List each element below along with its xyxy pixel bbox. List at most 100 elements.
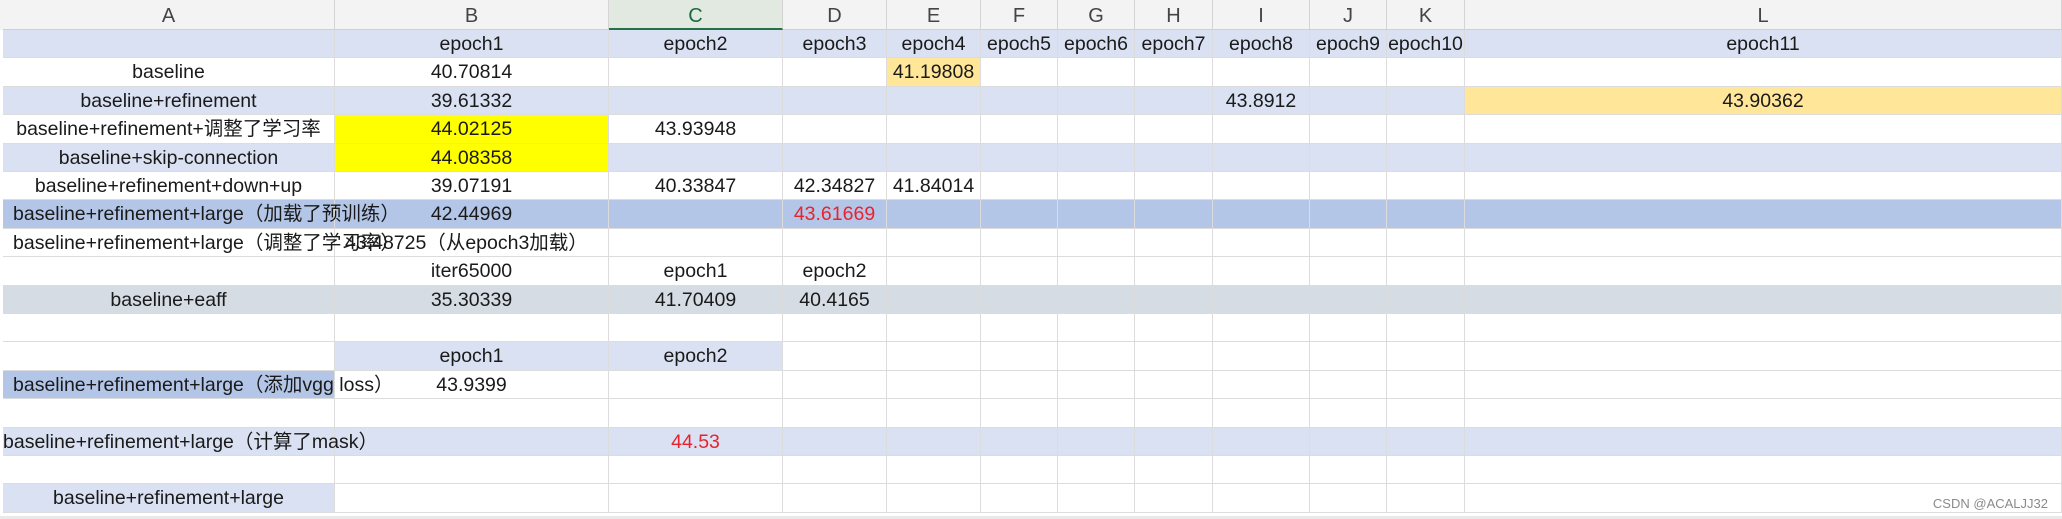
- cell-a12[interactable]: [3, 314, 335, 342]
- cell-a5[interactable]: baseline+refinement+调整了学习率: [3, 115, 335, 143]
- cell-d3[interactable]: [783, 58, 887, 86]
- cell-b12[interactable]: [335, 314, 609, 342]
- cell-j16[interactable]: [1310, 427, 1387, 455]
- cell-h12[interactable]: [1135, 314, 1213, 342]
- cell-g14[interactable]: [1058, 370, 1135, 399]
- cell-b3[interactable]: 40.70814: [335, 58, 609, 86]
- cell-k4[interactable]: [1387, 86, 1465, 115]
- cell-f3[interactable]: [981, 58, 1058, 86]
- cell-b2[interactable]: epoch1: [335, 30, 609, 58]
- cell-c2[interactable]: epoch2: [609, 30, 783, 58]
- cell-e17[interactable]: [887, 456, 981, 484]
- cell-c13[interactable]: epoch2: [609, 342, 783, 370]
- cell-j10[interactable]: [1310, 257, 1387, 285]
- cell-f13[interactable]: [981, 342, 1058, 370]
- cell-l17[interactable]: [1465, 456, 2062, 484]
- cell-d8[interactable]: 43.61669: [783, 200, 887, 228]
- cell-d12[interactable]: [783, 314, 887, 342]
- cell-a8[interactable]: baseline+refinement+large（加载了预训练）: [3, 200, 400, 228]
- cell-b18[interactable]: [335, 484, 609, 512]
- cell-e4[interactable]: [887, 86, 981, 115]
- cell-k12[interactable]: [1387, 314, 1465, 342]
- cell-i8[interactable]: [1213, 200, 1310, 228]
- cell-j17[interactable]: [1310, 456, 1387, 484]
- cell-k7[interactable]: [1387, 172, 1465, 200]
- cell-b17[interactable]: [335, 456, 609, 484]
- cell-c7[interactable]: 40.33847: [609, 172, 783, 200]
- cell-f10[interactable]: [981, 257, 1058, 285]
- cell-d9[interactable]: [783, 228, 887, 257]
- cell-j8[interactable]: [1310, 200, 1387, 228]
- cell-b8[interactable]: 42.44969: [335, 200, 609, 228]
- cell-c14[interactable]: [609, 370, 783, 399]
- cell-a14[interactable]: baseline+refinement+large（添加vgg loss）: [3, 370, 393, 399]
- cell-b5[interactable]: 44.02125: [335, 115, 609, 143]
- cell-b13[interactable]: epoch1: [335, 342, 609, 370]
- cell-g5[interactable]: [1058, 115, 1135, 143]
- cell-f2[interactable]: epoch5: [981, 30, 1058, 58]
- cell-g6[interactable]: [1058, 143, 1135, 171]
- cell-i13[interactable]: [1213, 342, 1310, 370]
- cell-i5[interactable]: [1213, 115, 1310, 143]
- cell-j5[interactable]: [1310, 115, 1387, 143]
- cell-c5[interactable]: 43.93948: [609, 115, 783, 143]
- cell-f8[interactable]: [981, 200, 1058, 228]
- cell-k2[interactable]: epoch10: [1387, 30, 1465, 58]
- cell-e10[interactable]: [887, 257, 981, 285]
- cell-g11[interactable]: [1058, 285, 1135, 313]
- cell-e3[interactable]: 41.19808: [887, 58, 981, 86]
- cell-l12[interactable]: [1465, 314, 2062, 342]
- column-header-h[interactable]: H: [1135, 0, 1213, 30]
- cell-f18[interactable]: [981, 484, 1058, 512]
- cell-f7[interactable]: [981, 172, 1058, 200]
- column-header-i[interactable]: I: [1213, 0, 1310, 30]
- cell-g8[interactable]: [1058, 200, 1135, 228]
- cell-g3[interactable]: [1058, 58, 1135, 86]
- cell-g17[interactable]: [1058, 456, 1135, 484]
- cell-g9[interactable]: [1058, 228, 1135, 257]
- cell-a10[interactable]: [3, 257, 335, 285]
- cell-b9[interactable]: 43.48725（从epoch3加载）: [335, 228, 609, 257]
- cell-j2[interactable]: epoch9: [1310, 30, 1387, 58]
- cell-d15[interactable]: [783, 399, 887, 427]
- cell-a3[interactable]: baseline: [3, 58, 335, 86]
- cell-a13[interactable]: [3, 342, 335, 370]
- cell-d16[interactable]: [783, 427, 887, 455]
- cell-l5[interactable]: [1465, 115, 2062, 143]
- column-header-k[interactable]: K: [1387, 0, 1465, 30]
- cell-j6[interactable]: [1310, 143, 1387, 171]
- cell-k14[interactable]: [1387, 370, 1465, 399]
- cell-g7[interactable]: [1058, 172, 1135, 200]
- cell-c10[interactable]: epoch1: [609, 257, 783, 285]
- cell-k3[interactable]: [1387, 58, 1465, 86]
- cell-f6[interactable]: [981, 143, 1058, 171]
- cell-e2[interactable]: epoch4: [887, 30, 981, 58]
- cell-f12[interactable]: [981, 314, 1058, 342]
- cell-c17[interactable]: [609, 456, 783, 484]
- cell-j18[interactable]: [1310, 484, 1387, 512]
- cell-j7[interactable]: [1310, 172, 1387, 200]
- cell-h2[interactable]: epoch7: [1135, 30, 1213, 58]
- cell-j9[interactable]: [1310, 228, 1387, 257]
- cell-b11[interactable]: 35.30339: [335, 285, 609, 313]
- cell-h11[interactable]: [1135, 285, 1213, 313]
- cell-f17[interactable]: [981, 456, 1058, 484]
- cell-a2[interactable]: [3, 30, 335, 58]
- cell-i7[interactable]: [1213, 172, 1310, 200]
- cell-b14[interactable]: 43.9399: [335, 370, 609, 399]
- cell-f14[interactable]: [981, 370, 1058, 399]
- column-header-c[interactable]: C: [609, 0, 783, 30]
- cell-h5[interactable]: [1135, 115, 1213, 143]
- cell-a9[interactable]: baseline+refinement+large（调整了学习率）: [3, 228, 400, 257]
- cell-a7[interactable]: baseline+refinement+down+up: [3, 172, 335, 200]
- cell-c9[interactable]: [609, 228, 783, 257]
- cell-l3[interactable]: [1465, 58, 2062, 86]
- cell-e5[interactable]: [887, 115, 981, 143]
- cell-i2[interactable]: epoch8: [1213, 30, 1310, 58]
- cell-h6[interactable]: [1135, 143, 1213, 171]
- cell-i12[interactable]: [1213, 314, 1310, 342]
- cell-i11[interactable]: [1213, 285, 1310, 313]
- cell-c11[interactable]: 41.70409: [609, 285, 783, 313]
- cell-k17[interactable]: [1387, 456, 1465, 484]
- cell-i4[interactable]: 43.8912: [1213, 86, 1310, 115]
